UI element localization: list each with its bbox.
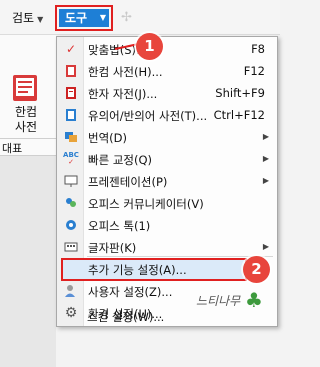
presentation-icon <box>63 174 79 188</box>
office-talk-icon <box>63 218 79 232</box>
menu-item-shortcut: Shift+F9 <box>215 86 265 100</box>
menu-item-user-settings[interactable]: 사용자 설정(Z)... <box>57 280 277 302</box>
tab-review-label: 검토 <box>12 11 35 25</box>
menu-separator <box>87 256 273 257</box>
menu-item-label: 한컴 사전(H)... <box>88 65 163 79</box>
menu-item-label: 사용자 설정(Z)... <box>88 285 173 299</box>
menu-item-shortcut: F8 <box>251 42 265 56</box>
submenu-arrow-icon: ▶ <box>262 132 269 141</box>
submenu-arrow-icon: ▶ <box>262 242 269 251</box>
menu-item-spellcheck[interactable]: ✓ 맞춤법(S)... F8 <box>57 38 277 60</box>
step-2-badge: 2 <box>243 256 270 283</box>
document-area <box>0 155 56 367</box>
menu-item-office-communicator[interactable]: 오피스 커뮤니케이터(V) <box>57 192 277 214</box>
dictionary-icon <box>63 64 79 78</box>
style-group-label: 대표 <box>2 142 23 155</box>
menu-item-office-talk[interactable]: 오피스 톡(1) <box>57 214 277 236</box>
user-settings-icon <box>63 284 79 298</box>
menu-item-label: 오피스 커뮤니케이터(V) <box>88 197 204 211</box>
menu-item-label: 글자판(K) <box>88 241 137 255</box>
menu-item-label: 번역(D) <box>88 131 127 145</box>
menu-item-translate[interactable]: 번역(D) ▶ <box>57 126 277 148</box>
menu-item-thesaurus[interactable]: 유의어/반의어 사전(T)... Ctrl+F12 <box>57 104 277 126</box>
menu-item-label: 프레젠테이션(P) <box>88 175 168 189</box>
quick-correct-icon: ABC ✓ <box>63 151 79 166</box>
menu-item-keyboard-layout[interactable]: 글자판(K) ▶ <box>57 236 277 258</box>
divider <box>0 138 56 139</box>
tab-review[interactable]: 검토 ▼ <box>12 9 43 26</box>
tab-tools[interactable]: 도구 ▼ <box>59 9 109 27</box>
communicator-icon <box>63 196 79 210</box>
hancom-dictionary-label-line1: 한컴 <box>14 105 38 119</box>
menu-item-dictionary[interactable]: 한컴 사전(H)... F12 <box>57 60 277 82</box>
keyboard-layout-icon <box>63 240 79 254</box>
menu-item-label: 추가 기능 설정(A)... <box>88 263 187 277</box>
hancom-dictionary-label-line2: 사전 <box>14 120 38 134</box>
menu-item-presentation[interactable]: 프레젠테이션(P) ▶ <box>57 170 277 192</box>
tab-tools-label: 도구 <box>65 11 88 25</box>
menu-item-label: 빠른 교정(Q) <box>88 153 152 167</box>
ribbon-left-panel: 한컴 사전 대표 <box>0 35 56 367</box>
hanja-dictionary-icon <box>63 86 79 100</box>
menu-item-label: 유의어/반의어 사전(T)... <box>88 109 208 123</box>
thesaurus-icon <box>63 108 79 122</box>
tree-icon: ♣ <box>245 288 263 312</box>
chevron-down-icon: ▼ <box>99 13 106 22</box>
menu-item-quick-correct[interactable]: ABC ✓ 빠른 교정(Q) ▶ <box>57 148 277 170</box>
spellcheck-icon: ✓ <box>65 42 77 56</box>
menu-item-shortcut: Ctrl+F12 <box>213 108 265 122</box>
hancom-dictionary-label: 한컴 사전 <box>4 105 48 135</box>
translate-icon <box>63 130 79 144</box>
menu-item-label: 스킨 설정(W)... <box>87 310 165 324</box>
extension-icon[interactable]: ✢ <box>121 10 135 25</box>
tools-tab-highlight: 도구 ▼ <box>55 5 113 31</box>
submenu-arrow-icon: ▶ <box>262 154 269 163</box>
watermark-text: 느티나무 <box>196 294 241 308</box>
menu-item-label: 한자 자전(J)... <box>88 87 158 101</box>
menu-item-skin-settings[interactable]: 스킨 설정(W)... <box>56 308 276 326</box>
tools-dropdown-menu: ✓ 맞춤법(S)... F8 한컴 사전(H)... F12 한자 자전(J).… <box>56 36 278 327</box>
menu-item-shortcut: F12 <box>243 64 265 78</box>
menu-item-label: 오피스 톡(1) <box>88 219 151 233</box>
submenu-arrow-icon: ▶ <box>262 176 269 185</box>
menu-item-hanja-dictionary[interactable]: 한자 자전(J)... Shift+F9 <box>57 82 277 104</box>
menu-bar: 검토 ▼ 도구 ▼ ✢ <box>0 0 280 35</box>
step-1-badge: 1 <box>136 33 163 60</box>
chevron-down-icon: ▼ <box>37 15 44 24</box>
